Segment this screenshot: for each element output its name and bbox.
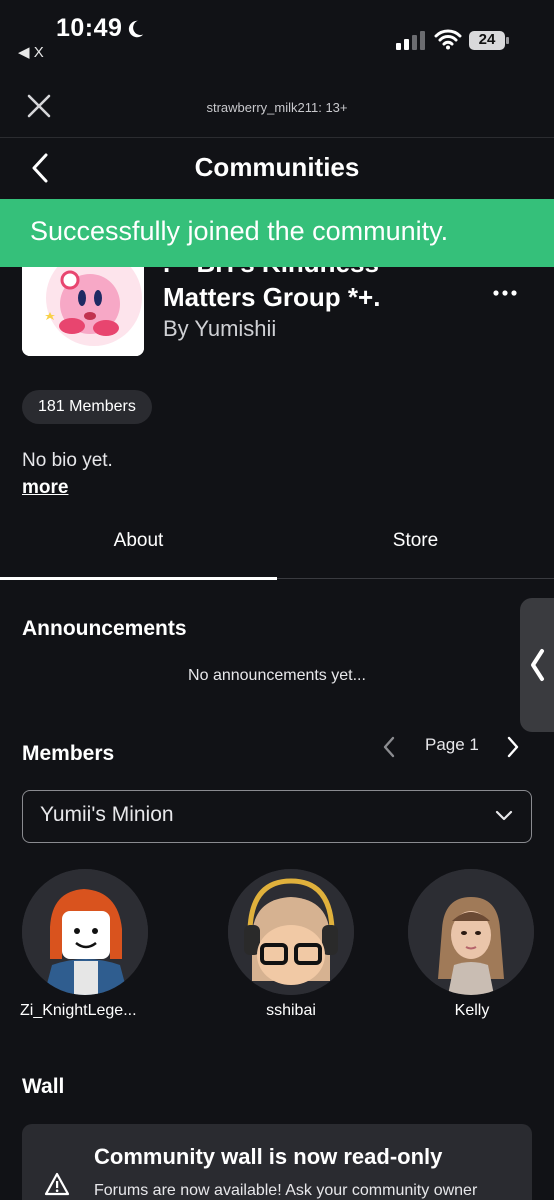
account-username-rating: strawberry_milk211: 13+	[206, 100, 348, 115]
toast-message: Successfully joined the community.	[30, 216, 449, 246]
members-count-badge: 181 Members	[22, 390, 152, 424]
warning-icon	[44, 1172, 70, 1196]
member-name[interactable]: Zi_KnightLege...	[20, 1002, 190, 1020]
battery-level: 24	[478, 31, 496, 48]
page-indicator: Page 1	[425, 735, 479, 754]
wall-notice-title: Community wall is now read-only	[94, 1144, 443, 1169]
page-title: Communities	[194, 152, 360, 182]
tab-about[interactable]: About	[0, 530, 277, 552]
role-dropdown-value: Yumii's Minion	[40, 803, 174, 826]
bio-more-link[interactable]: more	[22, 477, 68, 499]
wall-heading: Wall	[22, 1075, 65, 1098]
chevron-left-icon	[531, 649, 544, 681]
member-name[interactable]: sshibai	[206, 1002, 376, 1020]
member-avatar[interactable]	[228, 869, 354, 995]
wifi-icon	[434, 29, 462, 50]
status-time: 10:49	[56, 14, 123, 42]
back-to-app-link[interactable]: ◀ X	[18, 43, 44, 61]
more-options-icon[interactable]	[492, 283, 518, 303]
next-page-icon[interactable]	[506, 736, 520, 758]
battery-icon: 24	[468, 30, 510, 51]
previous-page-icon[interactable]	[382, 736, 396, 758]
moon-icon	[128, 20, 144, 38]
community-owner[interactable]: By Yumishii	[163, 316, 276, 342]
cellular-signal-icon	[396, 31, 425, 50]
wall-notice-body: Forums are now available! Ask your commu…	[94, 1182, 478, 1199]
community-name-line2: Matters Group *+.	[163, 282, 381, 312]
chevron-down-icon	[495, 810, 513, 821]
members-heading: Members	[22, 742, 115, 765]
member-name[interactable]: Kelly	[387, 1002, 554, 1020]
announcements-empty-text: No announcements yet...	[188, 667, 366, 684]
tab-store[interactable]: Store	[277, 530, 554, 552]
community-bio: No bio yet.	[22, 450, 113, 471]
member-avatar[interactable]	[22, 869, 148, 995]
tab-active-indicator	[0, 577, 277, 580]
member-avatar[interactable]	[408, 869, 534, 995]
announcements-heading: Announcements	[22, 617, 187, 640]
